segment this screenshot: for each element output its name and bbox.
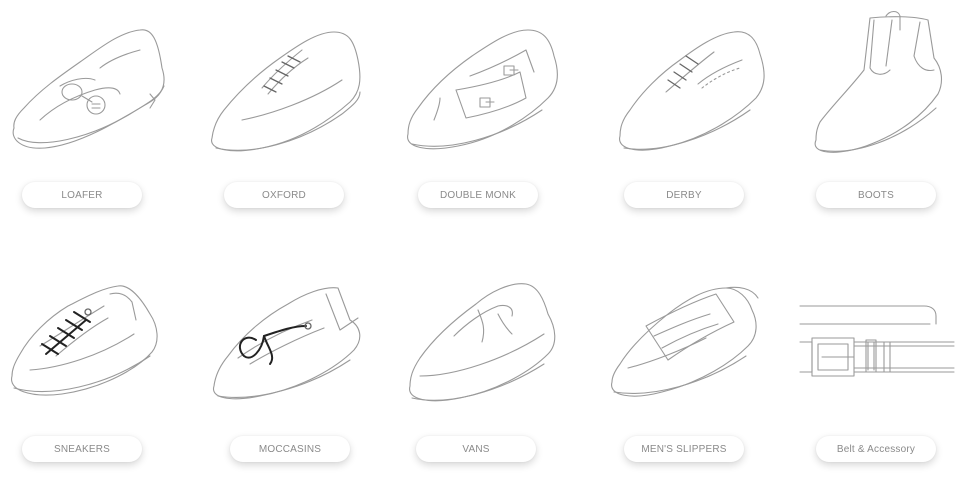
category-label-sneakers[interactable]: SNEAKERS [22,436,142,462]
category-card-mens-slippers[interactable]: MEN'S SLIPPERS [602,264,802,494]
category-label-derby[interactable]: DERBY [624,182,744,208]
moccasins-icon [208,264,408,429]
boots-icon [794,10,972,175]
category-card-oxford[interactable]: OXFORD [202,10,402,240]
category-label-double-monk[interactable]: DOUBLE MONK [418,182,538,208]
category-card-double-monk[interactable]: DOUBLE MONK [396,10,596,240]
category-card-moccasins[interactable]: MOCCASINS [208,264,408,494]
category-card-loafer[interactable]: LOAFER [0,10,200,240]
category-label-belt-accessory[interactable]: Belt & Accessory [816,436,936,462]
category-label-boots[interactable]: BOOTS [816,182,936,208]
category-card-derby[interactable]: DERBY [602,10,802,240]
category-card-belt-accessory[interactable]: Belt & Accessory [794,264,972,494]
category-grid: LOAFER OXFORD DOUBLE MONK DERBY BOOTS SN… [0,0,972,477]
sneakers-icon [0,264,200,429]
category-card-boots[interactable]: BOOTS [794,10,972,240]
belt-icon [794,264,972,429]
category-label-moccasins[interactable]: MOCCASINS [230,436,350,462]
derby-shoe-icon [602,10,802,175]
mens-slippers-icon [602,264,802,429]
category-label-vans[interactable]: VANS [416,436,536,462]
oxford-shoe-icon [202,10,402,175]
loafer-shoe-icon [0,10,200,175]
category-label-oxford[interactable]: OXFORD [224,182,344,208]
vans-shoe-icon [394,264,594,429]
category-label-mens-slippers[interactable]: MEN'S SLIPPERS [624,436,744,462]
category-card-sneakers[interactable]: SNEAKERS [0,264,200,494]
category-label-loafer[interactable]: LOAFER [22,182,142,208]
category-card-vans[interactable]: VANS [394,264,594,494]
double-monk-shoe-icon [396,10,596,175]
